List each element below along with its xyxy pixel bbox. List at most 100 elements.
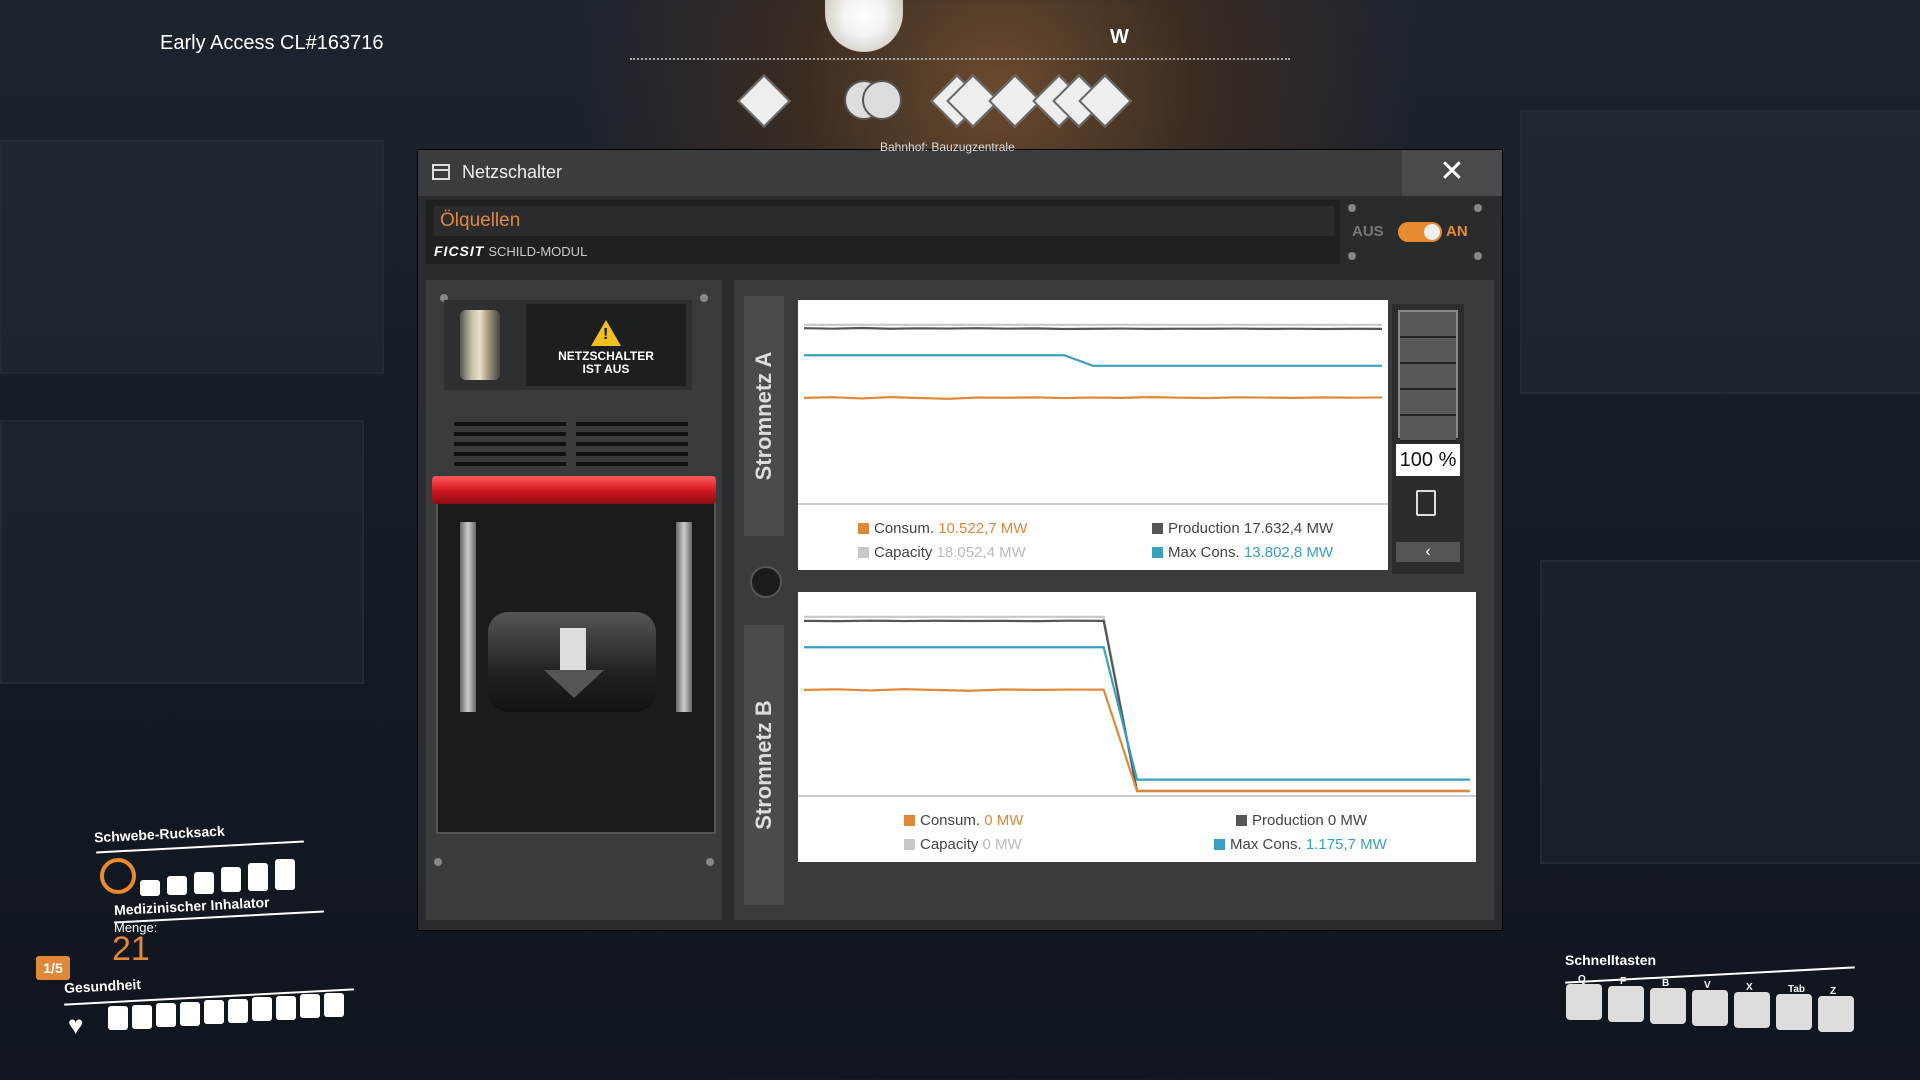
window-titlebar[interactable]: Netzschalter ✕ <box>418 150 1502 196</box>
power-toggle-area: AUS AN <box>1340 200 1490 264</box>
background-panel <box>1540 560 1920 864</box>
lever-red-bar[interactable] <box>432 476 716 504</box>
legend-production-value: 17.632,4 MW <box>1243 520 1334 537</box>
module-label: SCHILD-MODUL <box>488 244 588 259</box>
rivet <box>1348 252 1356 260</box>
wifi-icon[interactable] <box>1692 990 1728 1026</box>
battery-cell <box>1400 338 1456 364</box>
legend-consum-value: 10.522,7 MW <box>938 520 1028 537</box>
toggle-off-label: AUS <box>1352 223 1384 240</box>
fuse-icon <box>460 310 500 380</box>
switch-panel: NETZSCHALTER IST AUS <box>426 280 722 920</box>
lever-rod <box>460 522 476 712</box>
legend-production-value: 0 MW <box>1327 812 1368 829</box>
fuel-segment <box>248 863 268 892</box>
fuel-segment <box>167 875 187 895</box>
health-segment <box>324 992 344 1017</box>
switch-name-input[interactable]: Ölquellen <box>434 206 1334 236</box>
background-panel <box>0 140 384 374</box>
graph-panel: Stromnetz A Stromnetz B Consum. 10.522,7… <box>734 280 1494 920</box>
warning-text: NETZSCHALTER IST AUS <box>526 350 686 376</box>
battery-collapse-button[interactable]: ‹ <box>1396 542 1460 562</box>
name-bar: Ölquellen FICSIT SCHILD-MODUL AUS AN <box>426 200 1490 264</box>
battery-cell <box>1400 416 1456 442</box>
health-segment <box>156 1003 176 1027</box>
window-title: Netzschalter <box>462 162 563 182</box>
legend-swatch <box>858 547 869 558</box>
fuel-segment <box>221 867 241 893</box>
inventory-box-icon[interactable] <box>1776 994 1812 1030</box>
build-label: Early Access CL#163716 <box>160 32 384 54</box>
map-pin-icon[interactable] <box>1818 996 1854 1032</box>
fuel-segment <box>140 880 160 896</box>
background-panel <box>1520 110 1920 394</box>
background-panel <box>0 420 364 684</box>
battery-cell <box>1400 364 1456 390</box>
compass-heading: W <box>1110 26 1129 48</box>
inhaler-amount-value: 21 <box>112 930 150 968</box>
circuit-b-chart: Consum. 0 MW Production 0 MW Capacity 0 … <box>798 592 1476 862</box>
battery-percent: 100 % <box>1396 444 1460 476</box>
legend-production-label: Production <box>1252 812 1324 829</box>
legend-maxcons-a: Max Cons. 13.802,8 MW <box>1152 544 1333 561</box>
ficsit-logo: FICSIT <box>434 243 485 259</box>
warning-line-2: IST AUS <box>582 362 630 376</box>
object-scanner-icon[interactable] <box>1734 992 1770 1028</box>
lever-arrow <box>560 628 586 672</box>
legend-consum-label: Consum. <box>874 520 935 537</box>
power-switch-window: Netzschalter ✕ Ölquellen FICSIT SCHILD-MO… <box>418 150 1502 930</box>
station-label: Bahnhof: Bauzugzentrale <box>880 140 1015 154</box>
chainsaw-icon[interactable] <box>1650 988 1686 1024</box>
inhaler-fraction: 1/5 <box>36 956 70 980</box>
rivet <box>1348 204 1356 212</box>
health-segment <box>228 998 248 1023</box>
legend-swatch <box>1236 815 1247 826</box>
legend-swatch <box>1152 523 1163 534</box>
compass-bar <box>630 58 1290 60</box>
circuit-b-plot <box>798 615 1476 797</box>
jetpack-icon <box>100 858 136 894</box>
window-icon <box>432 164 450 180</box>
legend-capacity-b: Capacity 0 MW <box>904 836 1022 853</box>
hammer-icon[interactable] <box>1566 984 1602 1020</box>
train-marker-icon <box>862 80 902 120</box>
legend-capacity-value: 0 MW <box>982 836 1022 853</box>
series-line-capacity <box>804 615 1470 793</box>
legend-consum-a: Consum. 10.522,7 MW <box>858 520 1027 537</box>
toggle-knob <box>1424 224 1440 240</box>
legend-production-b: Production 0 MW <box>1236 812 1367 829</box>
rivet <box>1474 204 1482 212</box>
legend-swatch <box>904 815 915 826</box>
close-button[interactable]: ✕ <box>1402 150 1502 196</box>
series-line-production <box>803 326 1383 331</box>
legend-production-label: Production <box>1168 520 1240 537</box>
lever-frame <box>436 500 716 834</box>
fuel-segment <box>275 859 295 890</box>
lever-rod <box>676 522 692 712</box>
standby-toggle[interactable] <box>1398 222 1442 242</box>
warning-display: NETZSCHALTER IST AUS <box>526 304 686 386</box>
series-line-max-cons <box>804 646 1470 781</box>
health-segment <box>204 1000 224 1024</box>
legend-consum-b: Consum. 0 MW <box>904 812 1023 829</box>
vent-grille <box>576 422 688 470</box>
legend-capacity-label: Capacity <box>920 836 979 853</box>
legend-production-a: Production 17.632,4 MW <box>1152 520 1333 537</box>
legend-maxcons-value: 13.802,8 MW <box>1243 544 1334 561</box>
legend-swatch <box>1214 839 1225 850</box>
health-segment <box>276 995 296 1020</box>
legend-capacity-value: 18.052,4 MW <box>936 544 1026 561</box>
rivet <box>700 294 708 302</box>
legend-swatch <box>1152 547 1163 558</box>
circuit-a-plot <box>798 323 1388 505</box>
quickslots-title: Schnelltasten <box>1565 952 1657 968</box>
rivet <box>434 858 442 866</box>
legend-consum-label: Consum. <box>920 812 981 829</box>
battery-cell <box>1400 312 1456 338</box>
build-gun-icon[interactable] <box>1608 986 1644 1022</box>
battery-cell <box>1400 390 1456 416</box>
switch-lever[interactable] <box>488 612 656 712</box>
health-segment <box>252 997 272 1021</box>
health-segment <box>132 1004 152 1029</box>
train-station-marker-icon <box>737 74 791 128</box>
